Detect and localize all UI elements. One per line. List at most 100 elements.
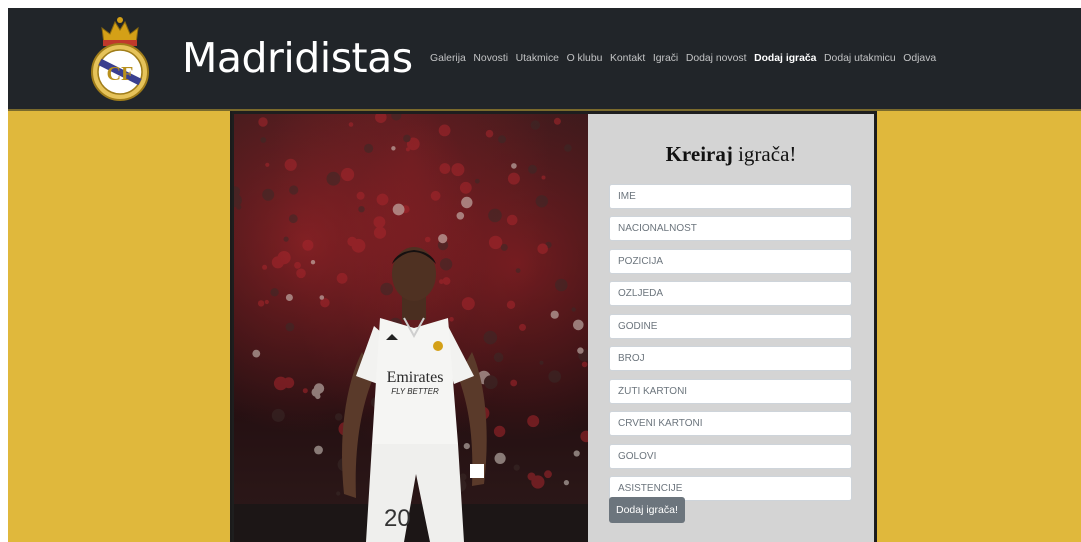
crowd-bokeh-dot xyxy=(252,349,261,358)
crveni-kartoni-input[interactable] xyxy=(609,411,852,436)
nav-link-utakmice[interactable]: Utakmice xyxy=(516,52,559,66)
crowd-bokeh-dot xyxy=(563,480,569,486)
crowd-bokeh-dot xyxy=(438,124,451,137)
crowd-bokeh-dot xyxy=(555,278,568,292)
nav-link-dodaj-utakmicu[interactable]: Dodaj utakmicu xyxy=(824,52,896,66)
crowd-bokeh-dot xyxy=(580,430,588,443)
nav-link-o-klubu[interactable]: O klubu xyxy=(567,52,603,66)
crowd-bokeh-dot xyxy=(573,450,580,457)
crowd-bokeh-dot xyxy=(403,134,411,143)
crowd-bokeh-dot xyxy=(302,388,308,394)
crowd-bokeh-dot xyxy=(277,251,291,265)
crowd-bokeh-dot xyxy=(310,260,316,265)
nav-link-odjava[interactable]: Odjava xyxy=(903,52,936,66)
form-title-rest: igrača! xyxy=(732,142,797,166)
nav-link-igraci[interactable]: Igrači xyxy=(653,52,678,66)
crowd-bokeh-dot xyxy=(326,171,341,186)
crowd-bokeh-dot xyxy=(358,206,365,213)
crowd-bokeh-dot xyxy=(373,226,387,239)
nav-link-novosti[interactable]: Novosti xyxy=(473,52,508,66)
crowd-bokeh-dot xyxy=(513,464,520,471)
crowd-bokeh-dot xyxy=(391,114,402,121)
crowd-bokeh-dot xyxy=(498,135,506,144)
crowd-bokeh-dot xyxy=(392,203,405,216)
crowd-bokeh-dot xyxy=(451,163,465,177)
crowd-bokeh-dot xyxy=(351,238,366,253)
godine-input[interactable] xyxy=(609,314,852,339)
sponsor-tagline-text: FLY BETTER xyxy=(391,387,439,396)
crowd-bokeh-dot xyxy=(571,307,576,312)
crowd-bokeh-dot xyxy=(488,235,503,250)
brand-title[interactable]: Madridistas xyxy=(182,34,413,82)
crowd-bokeh-dot xyxy=(375,114,387,123)
crowd-bokeh-dot xyxy=(341,167,355,182)
crowd-bokeh-dot xyxy=(271,408,285,422)
crowd-bokeh-dot xyxy=(463,443,470,450)
crowd-bokeh-dot xyxy=(364,143,374,153)
crowd-bokeh-dot xyxy=(302,239,314,251)
real-madrid-crest-logo[interactable]: CF xyxy=(88,14,152,102)
nav-links: Galerija Novosti Utakmice O klubu Kontakt Igr… xyxy=(430,52,944,66)
nav-link-galerija[interactable]: Galerija xyxy=(430,52,466,66)
crowd-bokeh-dot xyxy=(541,175,546,180)
nav-link-kontakt[interactable]: Kontakt xyxy=(610,52,645,66)
crowd-bokeh-dot xyxy=(442,277,451,285)
crowd-bokeh-dot xyxy=(488,208,502,223)
nav-link-dodaj-novost[interactable]: Dodaj novost xyxy=(686,52,747,66)
ozljeda-input[interactable] xyxy=(609,281,852,306)
form-title-bold: Kreiraj xyxy=(665,142,733,166)
crowd-bokeh-dot xyxy=(553,117,561,125)
ime-input[interactable] xyxy=(609,184,852,209)
pozicija-input[interactable] xyxy=(609,249,852,274)
sponsor-text: Emirates xyxy=(387,369,444,386)
crowd-bokeh-dot xyxy=(336,272,348,284)
crowd-bokeh-dot xyxy=(270,288,279,297)
crowd-bokeh-dot xyxy=(461,297,475,311)
crowd-bokeh-dot xyxy=(285,322,295,332)
crowd-bokeh-dot xyxy=(515,268,521,273)
crowd-bokeh-dot xyxy=(535,195,548,208)
crowd-bokeh-dot xyxy=(527,472,536,481)
crowd-bokeh-dot xyxy=(335,413,343,421)
crowd-bokeh-dot xyxy=(439,163,451,174)
nacionalnost-input[interactable] xyxy=(609,216,852,241)
crowd-bokeh-dot xyxy=(262,188,275,201)
crowd-bokeh-dot xyxy=(493,425,506,438)
crowd-bokeh-dot xyxy=(264,299,269,305)
crowd-bokeh-dot xyxy=(493,352,504,363)
crowd-bokeh-dot xyxy=(459,181,472,194)
crowd-bokeh-dot xyxy=(262,264,268,270)
crowd-bokeh-dot xyxy=(530,120,540,130)
crowd-bokeh-dot xyxy=(474,178,480,184)
crowd-bokeh-dot xyxy=(313,383,325,394)
crowd-bokeh-dot xyxy=(284,158,297,171)
crowd-bokeh-dot xyxy=(336,491,341,496)
crowd-bokeh-dot xyxy=(511,163,517,169)
nav-link-dodaj-igraca[interactable]: Dodaj igrača xyxy=(754,52,816,66)
crowd-bokeh-dot xyxy=(405,147,410,152)
crowd-bokeh-dot xyxy=(506,214,518,226)
crowd-bokeh-dot xyxy=(438,234,448,244)
crowd-bokeh-dot xyxy=(391,146,396,151)
crowd-bokeh-dot xyxy=(294,261,301,269)
crowd-bokeh-dot xyxy=(348,122,354,127)
broj-input[interactable] xyxy=(609,346,852,371)
zuti-kartoni-input[interactable] xyxy=(609,379,852,404)
crowd-bokeh-dot xyxy=(539,360,544,365)
crowd-bokeh-dot xyxy=(577,347,584,354)
crowd-bokeh-dot xyxy=(461,196,473,209)
crowd-bokeh-dot xyxy=(319,295,325,300)
crowd-bokeh-dot xyxy=(285,294,293,301)
svg-text:CF: CF xyxy=(107,63,134,85)
crowd-bokeh-dot xyxy=(483,330,498,345)
crowd-bokeh-dot xyxy=(260,137,267,143)
golovi-input[interactable] xyxy=(609,444,852,469)
crowd-bokeh-dot xyxy=(273,376,288,391)
form-title: Kreiraj igrača! xyxy=(588,141,874,167)
crowd-bokeh-dot xyxy=(537,243,548,255)
crowd-bokeh-dot xyxy=(314,445,323,455)
crowd-bokeh-dot xyxy=(265,162,270,167)
crowd-bokeh-dot xyxy=(424,236,431,243)
crowd-bokeh-dot xyxy=(544,470,552,479)
add-player-button[interactable]: Dodaj igrača! xyxy=(609,497,685,523)
